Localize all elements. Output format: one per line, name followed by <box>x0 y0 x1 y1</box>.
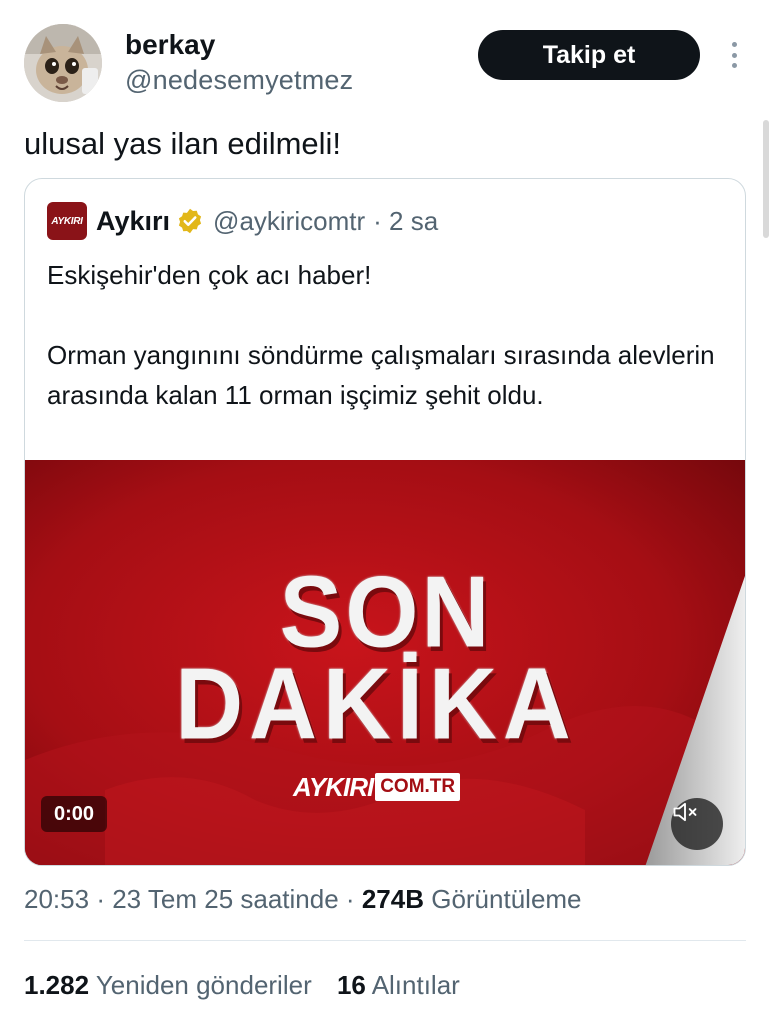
tweet-text: ulusal yas ilan edilmeli! <box>24 126 342 161</box>
quoted-text: Eskişehir'den çok acı haber! Orman yangı… <box>47 255 727 455</box>
quoted-paragraph: Orman yangınını söndürme çalışmaları sır… <box>47 340 715 410</box>
verified-badge-icon <box>178 208 202 234</box>
tweet-date[interactable]: 23 Tem 25 saatinde <box>112 884 338 914</box>
display-name[interactable]: berkay <box>125 28 353 62</box>
scrollbar[interactable] <box>763 120 769 238</box>
brand-domain: COM.TR <box>375 773 461 801</box>
tweet-time[interactable]: 20:53 <box>24 884 89 914</box>
repost-count: 1.282 <box>24 970 90 1000</box>
quoted-tweet[interactable]: AYKIRI Aykırı @aykiricomtr · 2 sa Eskişe… <box>24 178 746 866</box>
separator: · <box>345 884 355 914</box>
reposts-label: Yeniden gönderiler <box>95 970 312 1000</box>
cat-avatar-image <box>24 24 102 102</box>
quoted-display-name[interactable]: Aykırı <box>96 206 170 237</box>
views-label: Görüntüleme <box>431 884 582 914</box>
follow-button[interactable]: Takip et <box>478 30 700 80</box>
avatar[interactable] <box>24 24 102 102</box>
breaking-headline-line2: DAKİKA <box>175 646 577 761</box>
divider <box>24 940 746 941</box>
reposts-stat[interactable]: 1.282 Yeniden gönderiler <box>24 970 319 1000</box>
dot <box>731 42 737 47</box>
quoted-tweet-header: AYKIRI Aykırı @aykiricomtr · 2 sa <box>47 201 438 241</box>
quoted-paragraph: Eskişehir'den çok acı haber! <box>47 260 372 290</box>
brand-name: AYKIRI <box>293 772 374 802</box>
quoted-handle[interactable]: @aykiricomtr <box>213 206 365 237</box>
video-timer: 0:00 <box>41 796 107 832</box>
video-player[interactable]: SON DAKİKA AYKIRI COM.TR 0:00 <box>25 460 745 865</box>
view-count: 274B <box>361 884 424 914</box>
user-handle[interactable]: @nedesemyetmez <box>125 62 353 98</box>
tweet-meta: 20:53 · 23 Tem 25 saatinde · 274B Görünt… <box>24 884 582 915</box>
quote-count: 16 <box>336 970 366 1000</box>
quotes-label: Alıntılar <box>371 970 460 1000</box>
tweet-header: berkay @nedesemyetmez Takip et <box>24 22 744 106</box>
media-brand-logo: AYKIRI COM.TR <box>293 772 461 802</box>
dot <box>731 63 737 68</box>
speaker-muted-icon[interactable] <box>671 798 723 850</box>
user-names: berkay @nedesemyetmez <box>125 28 353 98</box>
mute-glyph <box>673 802 697 822</box>
separator: · <box>96 884 105 914</box>
quotes-stat[interactable]: 16 Alıntılar <box>337 970 460 1000</box>
aykiri-logo[interactable]: AYKIRI <box>47 202 87 240</box>
vertical-ellipsis-icon[interactable] <box>722 38 746 72</box>
dot <box>731 52 737 58</box>
tweet-stats: 1.282 Yeniden gönderiler 16 Alıntılar <box>24 970 460 1001</box>
quoted-time[interactable]: · 2 sa <box>373 206 438 237</box>
